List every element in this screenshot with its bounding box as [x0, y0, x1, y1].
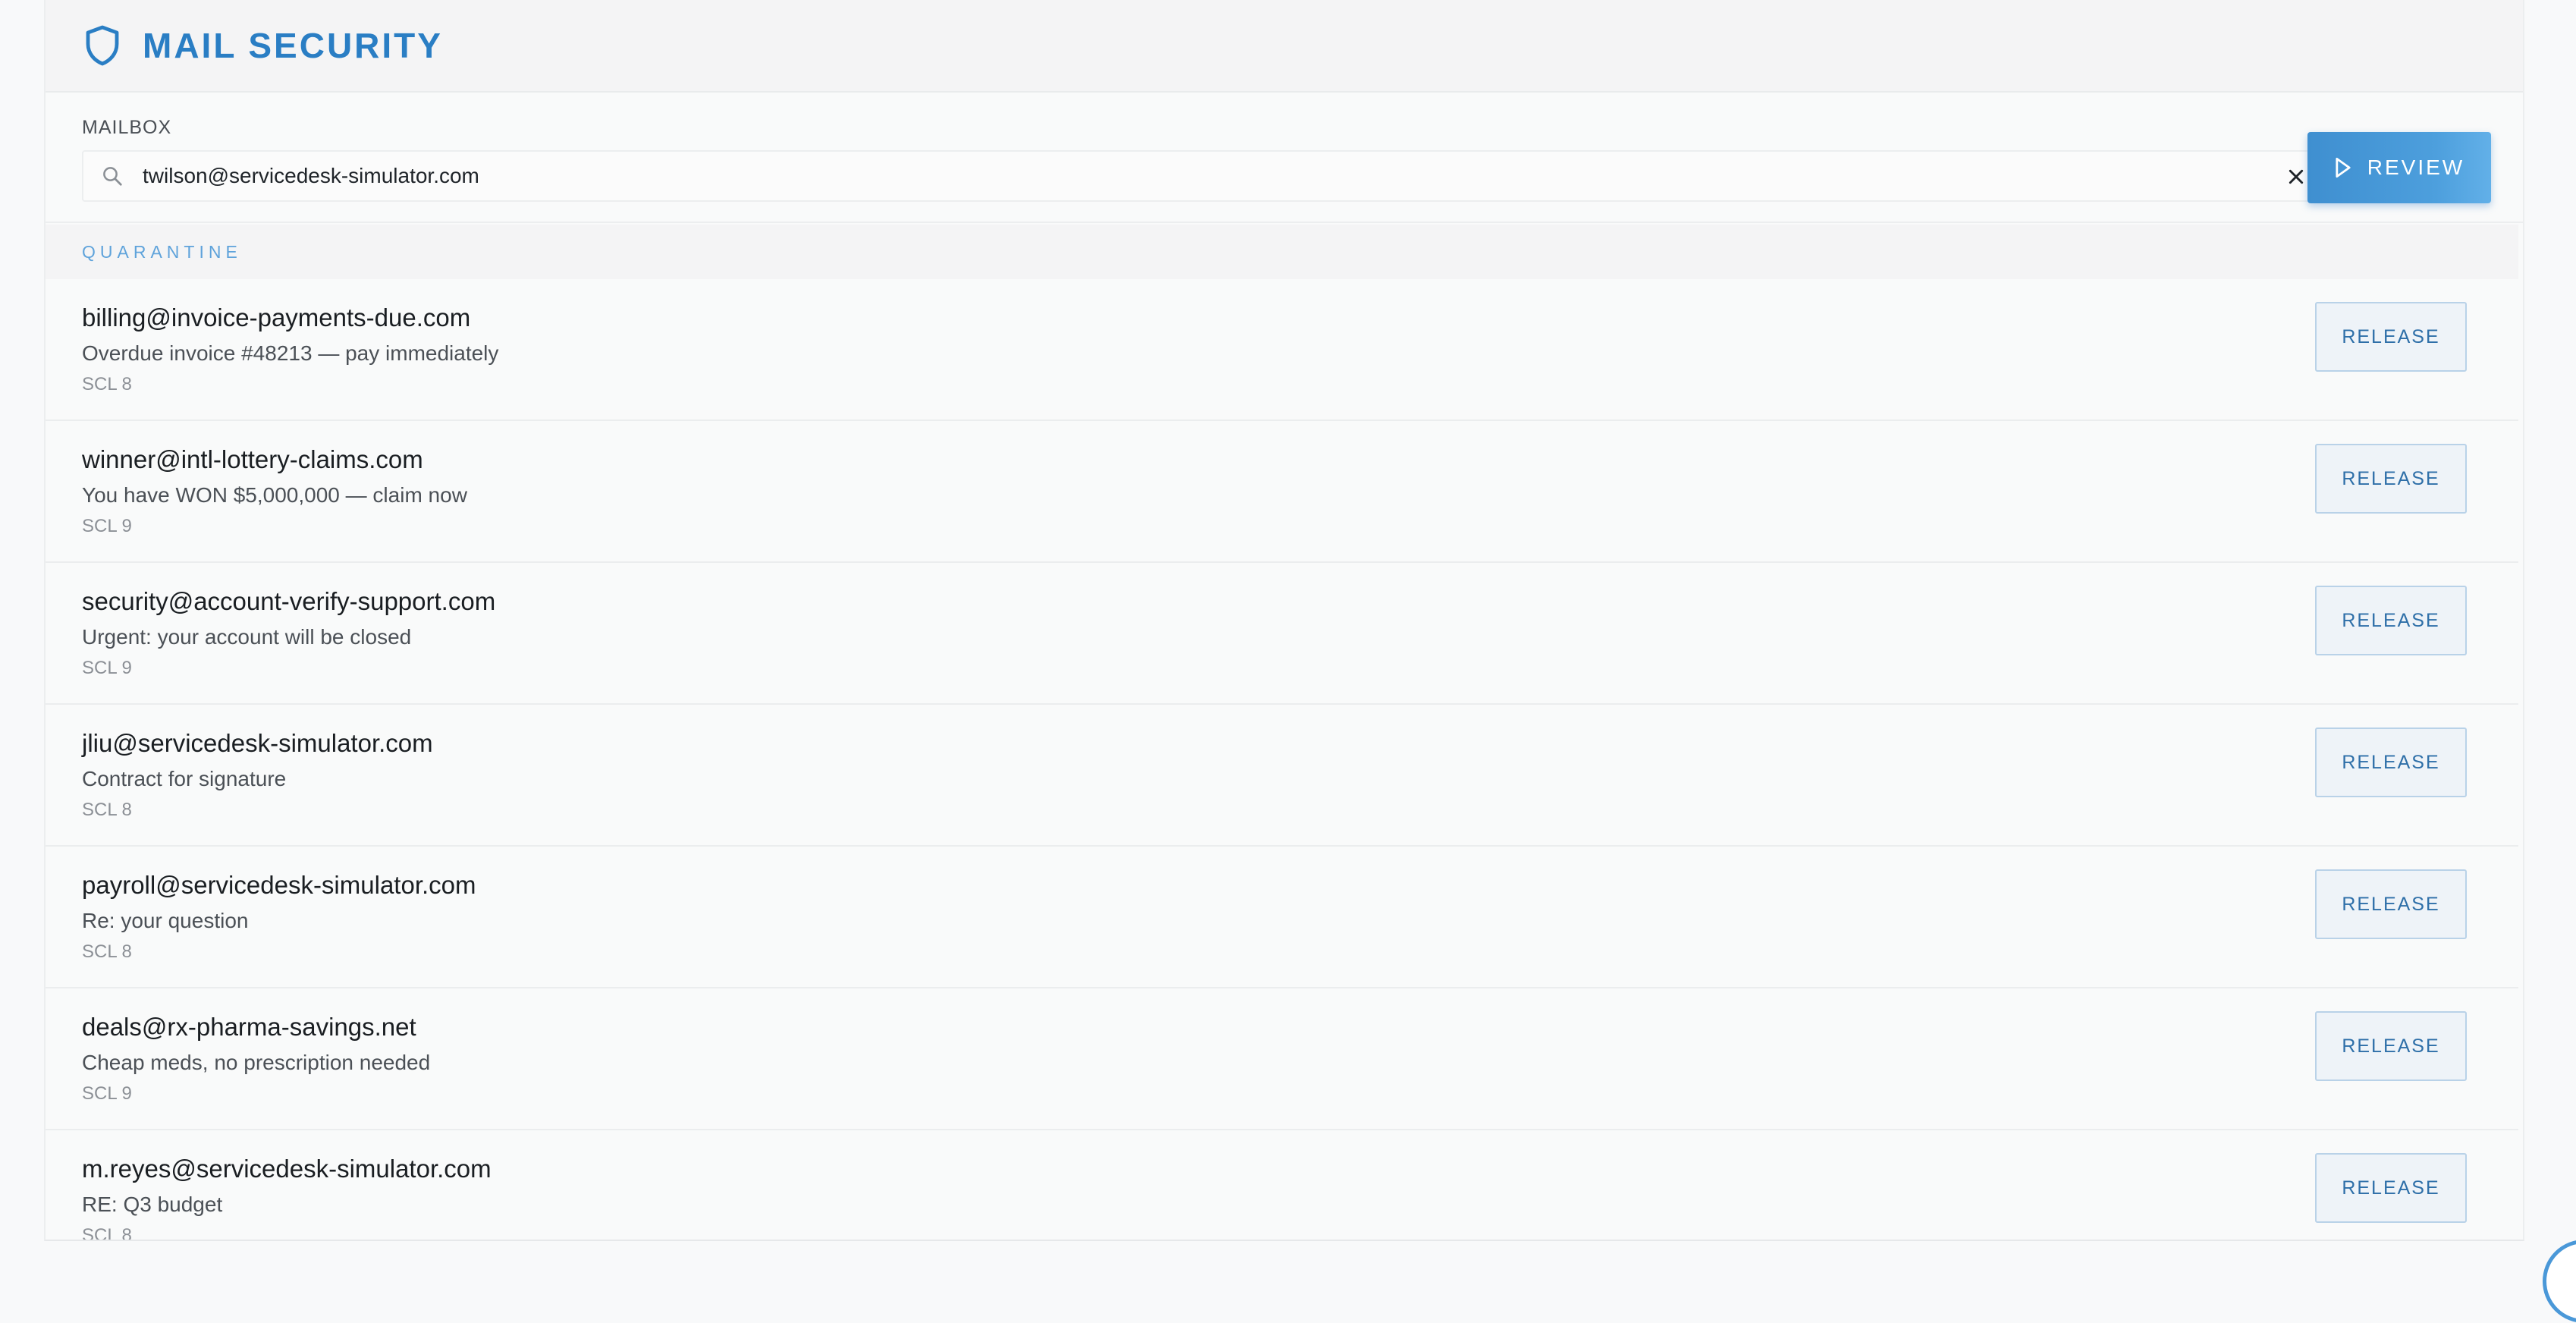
list-item: payroll@servicedesk-simulator.com Re: yo… [46, 847, 2518, 988]
mail-security-panel: MAIL SECURITY MAILBOX twilson@servicedes… [44, 0, 2524, 1241]
quarantine-heading: QUARANTINE [46, 225, 2518, 279]
search-icon [100, 164, 124, 188]
release-button[interactable]: RELEASE [2315, 1011, 2467, 1081]
message-subject: Cheap meds, no prescription needed [82, 1051, 431, 1074]
mailbox-search-box[interactable] [82, 150, 2327, 202]
message-subject: Overdue invoice #48213 — pay immediately [82, 341, 499, 365]
mailbox-section: MAILBOX REVIEW [46, 94, 2523, 223]
release-button[interactable]: RELEASE [2315, 727, 2467, 797]
page-title: MAIL SECURITY [143, 26, 443, 65]
release-button[interactable]: RELEASE [2315, 444, 2467, 514]
list-item: winner@intl-lottery-claims.com You have … [46, 421, 2518, 563]
mailbox-label: MAILBOX [82, 117, 172, 138]
message-subject: Urgent: your account will be closed [82, 625, 412, 649]
sender-address: jliu@servicedesk-simulator.com [82, 729, 433, 757]
message-subject: Contract for signature [82, 767, 287, 790]
review-button[interactable]: REVIEW [2307, 132, 2491, 203]
list-item: jliu@servicedesk-simulator.com Contract … [46, 705, 2518, 847]
release-button[interactable]: RELEASE [2315, 586, 2467, 655]
release-button[interactable]: RELEASE [2315, 302, 2467, 372]
message-subject: Re: your question [82, 909, 249, 932]
scl-score: SCL 8 [82, 941, 132, 962]
sender-address: winner@intl-lottery-claims.com [82, 445, 423, 473]
scl-score: SCL 9 [82, 658, 132, 678]
scl-score: SCL 9 [82, 516, 132, 536]
scl-score: SCL 8 [82, 800, 132, 820]
scl-score: SCL 9 [82, 1083, 132, 1104]
play-icon [2334, 157, 2352, 178]
sender-address: m.reyes@servicedesk-simulator.com [82, 1155, 492, 1183]
header: MAIL SECURITY [46, 0, 2523, 93]
release-button[interactable]: RELEASE [2315, 869, 2467, 939]
message-subject: You have WON $5,000,000 — claim now [82, 483, 467, 507]
list-item: m.reyes@servicedesk-simulator.com RE: Q3… [46, 1130, 2518, 1241]
mailbox-input[interactable] [141, 153, 2265, 199]
sender-address: payroll@servicedesk-simulator.com [82, 871, 476, 899]
sender-address: billing@invoice-payments-due.com [82, 303, 471, 332]
sender-address: deals@rx-pharma-savings.net [82, 1013, 416, 1041]
sender-address: security@account-verify-support.com [82, 587, 496, 615]
shield-icon [82, 25, 123, 66]
quarantine-list: QUARANTINE billing@invoice-payments-due.… [46, 225, 2518, 1241]
close-icon[interactable] [2283, 164, 2309, 190]
release-button[interactable]: RELEASE [2315, 1153, 2467, 1223]
scl-score: SCL 8 [82, 374, 132, 394]
corner-widget[interactable] [2543, 1240, 2576, 1323]
review-label: REVIEW [2367, 156, 2465, 179]
scl-score: SCL 8 [82, 1225, 132, 1241]
message-subject: RE: Q3 budget [82, 1193, 223, 1216]
list-item: billing@invoice-payments-due.com Overdue… [46, 279, 2518, 421]
list-item: security@account-verify-support.com Urge… [46, 563, 2518, 705]
list-item: deals@rx-pharma-savings.net Cheap meds, … [46, 988, 2518, 1130]
